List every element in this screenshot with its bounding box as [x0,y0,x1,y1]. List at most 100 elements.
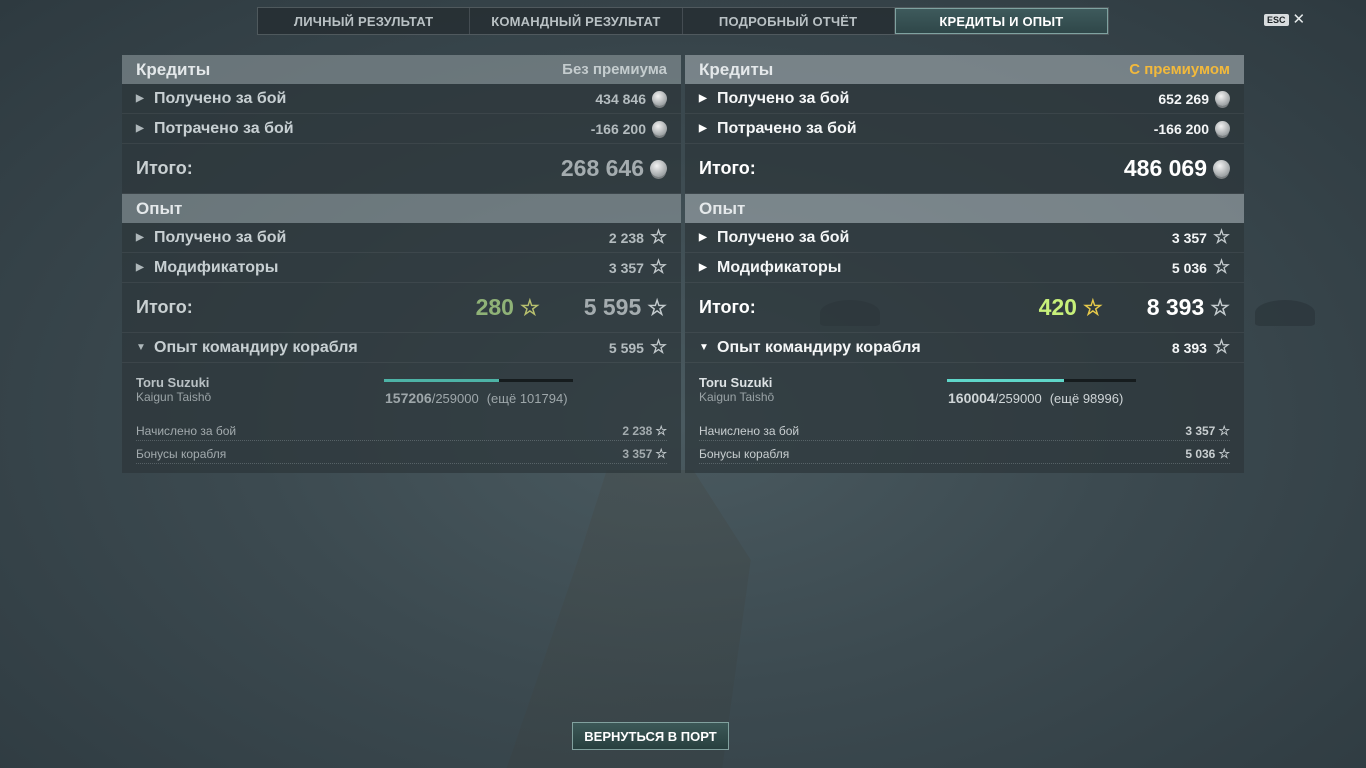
xp-star-icon: ☆ [649,257,667,278]
credits-earned-label: Получено за бой [154,89,287,107]
commander-max-xp: /259000 [431,391,479,406]
esc-key-label: ESC [1264,14,1289,26]
triangle-right-icon: ▶ [699,232,707,243]
commander-xp-label: Опыт командиру корабля [717,338,921,356]
credits-spent-label: Потрачено за бой [154,119,294,137]
commander-max-xp: /259000 [994,391,1042,406]
credits-spent-label: Потрачено за бой [717,119,857,137]
triangle-right-icon: ▶ [699,93,707,104]
xp-modifiers-label: Модификаторы [154,258,279,276]
credits-total-row: Итого: 486 069 [685,144,1244,194]
triangle-right-icon: ▶ [136,123,144,134]
xp-star-icon: ☆ [1210,294,1230,320]
commander-xp-label: Опыт командиру корабля [154,338,358,356]
xp-header: Опыт [122,194,681,223]
commander-details: Toru Suzuki Kaigun Taishō 160004/259000(… [685,363,1244,473]
free-xp-star-icon: ☆ [1082,294,1103,320]
credits-header-title: Кредиты [136,59,211,79]
commander-progress-text: 157206/259000 (ещё 101794) [385,390,568,406]
commander-progress-bar [384,379,573,382]
commander-xp-value: 8 393 [1171,339,1207,356]
close-button[interactable]: ESC ✕ [1264,12,1305,27]
xp-star-icon: ☆ [1212,337,1230,358]
xp-earned-value: 3 357 [1171,229,1207,246]
xp-star-icon: ☆ [1218,423,1230,438]
commander-details: Toru Suzuki Kaigun Taishō 157206/259000(… [122,363,681,473]
xp-total-label: Итого: [136,297,193,317]
xp-header: Опыт [685,194,1244,223]
tab-bar: ЛИЧНЫЙ РЕЗУЛЬТАТ КОМАНДНЫЙ РЕЗУЛЬТАТ ПОД… [257,7,1109,35]
commander-progress-text: 160004/259000 (ещё 98996) [948,390,1123,406]
xp-star-icon: ☆ [655,446,667,461]
credits-coin-icon [1215,91,1230,106]
mode-label: С премиумом [1129,61,1230,78]
tab-credits-and-xp[interactable]: КРЕДИТЫ И ОПЫТ [894,8,1108,34]
credits-earned-row[interactable]: ▶ Получено за бой 434 846 [122,84,681,114]
commander-battle-label: Начислено за бой [699,423,800,438]
credits-coin-icon [1213,160,1230,177]
credits-total-row: Итого: 268 646 [122,144,681,194]
credits-header: Кредиты С премиумом [685,55,1244,84]
xp-earned-row[interactable]: ▶ Получено за бой 2 238 ☆ [122,223,681,253]
credits-spent-row[interactable]: ▶ Потрачено за бой -166 200 [685,114,1244,144]
xp-modifiers-row[interactable]: ▶ Модификаторы 3 357 ☆ [122,253,681,283]
tab-detailed-report[interactable]: ПОДРОБНЫЙ ОТЧЁТ [683,8,895,34]
credits-spent-value: -166 200 [590,120,646,137]
commander-remaining-xp: (ещё 101794) [486,391,568,406]
xp-total-row: Итого: 280 ☆ 5 595 ☆ [122,283,681,333]
return-to-port-button[interactable]: ВЕРНУТЬСЯ В ПОРТ [572,722,729,750]
commander-xp-row[interactable]: ▼ Опыт командиру корабля 8 393 ☆ [685,333,1244,363]
triangle-right-icon: ▶ [136,262,144,273]
commander-bonus-label: Бонусы корабля [136,446,227,461]
commander-xp-value: 5 595 [608,339,644,356]
credits-header: Кредиты Без премиума [122,55,681,84]
commander-remaining-xp: (ещё 98996) [1049,391,1124,406]
panel-without-premium: Кредиты Без премиума ▶ Получено за бой 43… [122,55,681,473]
xp-star-icon: ☆ [1212,257,1230,278]
credits-earned-value: 434 846 [595,90,646,107]
xp-modifiers-row[interactable]: ▶ Модификаторы 5 036 ☆ [685,253,1244,283]
xp-total-value: 5 595 [583,294,642,320]
tab-personal-result[interactable]: ЛИЧНЫЙ РЕЗУЛЬТАТ [258,8,471,34]
credits-coin-icon [650,160,667,177]
commander-bonus-label: Бонусы корабля [699,446,790,461]
xp-header-title: Опыт [136,198,183,218]
commander-current-xp: 157206 [385,390,432,406]
credits-earned-value: 652 269 [1158,90,1209,107]
credits-header-title: Кредиты [699,59,774,79]
xp-earned-row[interactable]: ▶ Получено за бой 3 357 ☆ [685,223,1244,253]
free-xp-value: 280 [475,294,514,320]
triangle-right-icon: ▶ [136,93,144,104]
triangle-right-icon: ▶ [699,123,707,134]
credits-earned-label: Получено за бой [717,89,850,107]
xp-earned-label: Получено за бой [154,228,287,246]
commander-bonus-value: 5 036 [1185,446,1216,461]
credits-coin-icon [1215,121,1230,136]
commander-battle-value: 3 357 [1185,423,1216,438]
triangle-right-icon: ▶ [136,232,144,243]
xp-header-title: Опыт [699,198,746,218]
commander-bonus-value: 3 357 [622,446,653,461]
xp-star-icon: ☆ [1218,446,1230,461]
credits-spent-row[interactable]: ▶ Потрачено за бой -166 200 [122,114,681,144]
tab-team-result[interactable]: КОМАНДНЫЙ РЕЗУЛЬТАТ [470,8,683,34]
commander-progress-fill [384,379,499,382]
commander-xp-row[interactable]: ▼ Опыт командиру корабля 5 595 ☆ [122,333,681,363]
commander-bonus-line: Бонусы корабля 5 036 ☆ [699,444,1230,464]
background-island [1255,300,1315,326]
credits-coin-icon [652,91,667,106]
credits-spent-value: -166 200 [1153,120,1209,137]
xp-star-icon: ☆ [1212,227,1230,248]
credits-total-value: 268 646 [560,155,644,181]
credits-total-value: 486 069 [1123,155,1207,181]
free-xp-value: 420 [1038,294,1077,320]
triangle-down-icon: ▼ [136,342,146,353]
commander-current-xp: 160004 [948,390,995,406]
commander-battle-label: Начислено за бой [136,423,237,438]
xp-modifiers-label: Модификаторы [717,258,842,276]
commander-progress-fill [947,379,1064,382]
credits-earned-row[interactable]: ▶ Получено за бой 652 269 [685,84,1244,114]
triangle-down-icon: ▼ [699,342,709,353]
xp-star-icon: ☆ [647,294,667,320]
xp-star-icon: ☆ [655,423,667,438]
